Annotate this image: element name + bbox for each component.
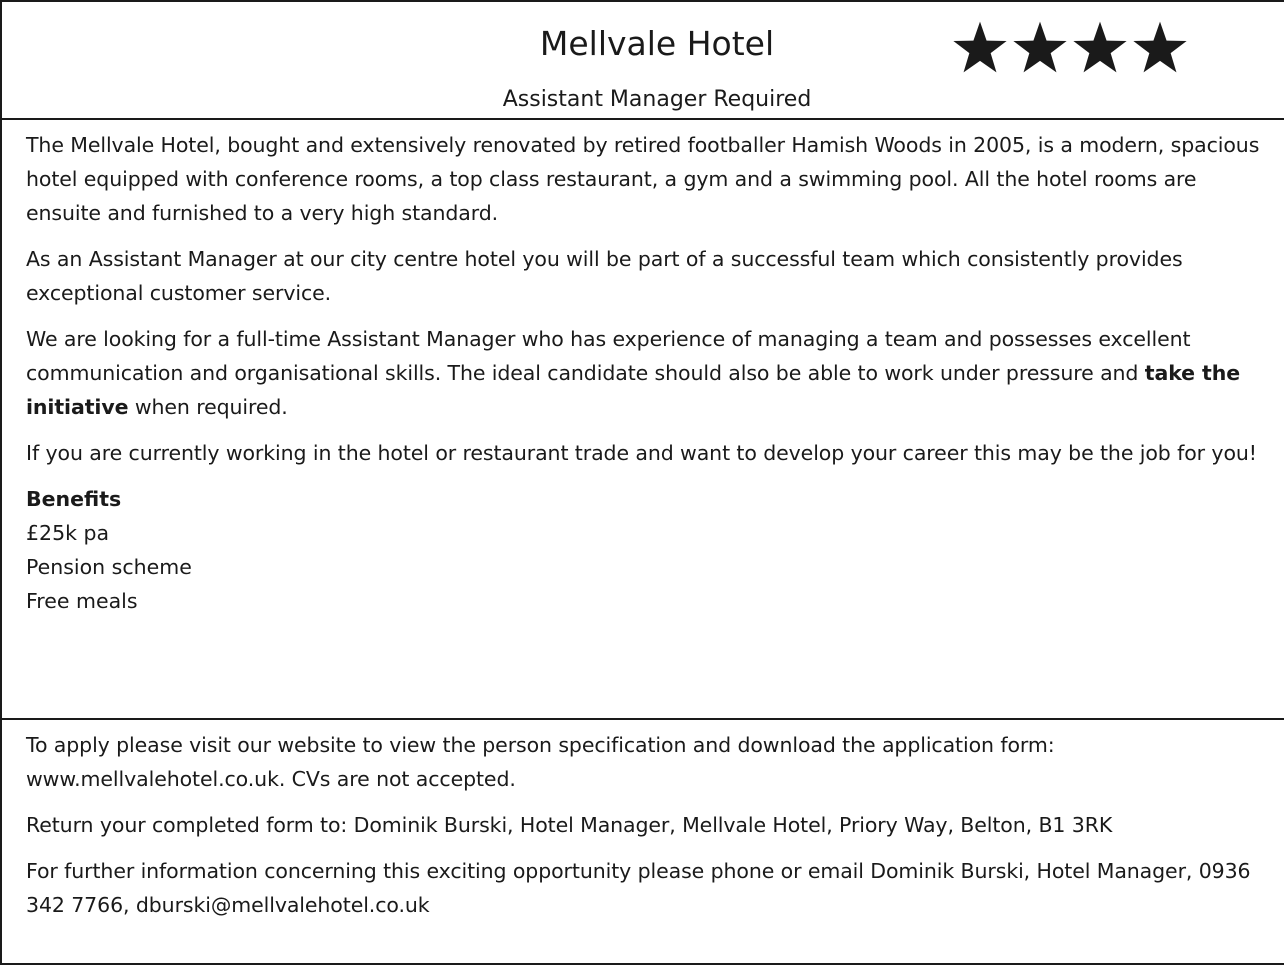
job-subtitle: Assistant Manager Required bbox=[502, 87, 812, 112]
paragraph-role-intro: As an Assistant Manager at our city cent… bbox=[26, 247, 1183, 305]
star-icon bbox=[952, 20, 1008, 76]
requirements-text-end: when required. bbox=[128, 395, 288, 419]
advert-footer: To apply please visit our website to vie… bbox=[2, 720, 1284, 922]
paragraph-career: If you are currently working in the hote… bbox=[26, 441, 1257, 465]
paragraph-requirements: We are looking for a full-time Assistant… bbox=[26, 322, 1260, 424]
contact-information: For further information concerning this … bbox=[26, 859, 1251, 917]
star-icon bbox=[1132, 20, 1188, 76]
benefit-item: £25k pa bbox=[26, 521, 110, 545]
job-advert: Mellvale Hotel Assistant Manager Require… bbox=[0, 0, 1284, 965]
requirements-text-start: We are looking for a full-time Assistant… bbox=[26, 327, 1191, 385]
benefit-item: Pension scheme bbox=[26, 555, 192, 579]
paragraph-hotel-description: The Mellvale Hotel, bought and extensive… bbox=[26, 133, 1260, 225]
benefits-heading: Benefits bbox=[26, 487, 122, 511]
star-icon bbox=[1012, 20, 1068, 76]
star-icon bbox=[1072, 20, 1128, 76]
benefit-item: Free meals bbox=[26, 589, 138, 613]
benefits-list: £25k pa Pension scheme Free meals bbox=[26, 516, 1260, 618]
return-address: Return your completed form to: Dominik B… bbox=[26, 813, 1113, 837]
advert-body: The Mellvale Hotel, bought and extensive… bbox=[2, 120, 1284, 720]
apply-instructions: To apply please visit our website to vie… bbox=[26, 733, 1055, 791]
star-rating bbox=[952, 20, 1188, 76]
advert-header: Mellvale Hotel Assistant Manager Require… bbox=[2, 2, 1284, 120]
